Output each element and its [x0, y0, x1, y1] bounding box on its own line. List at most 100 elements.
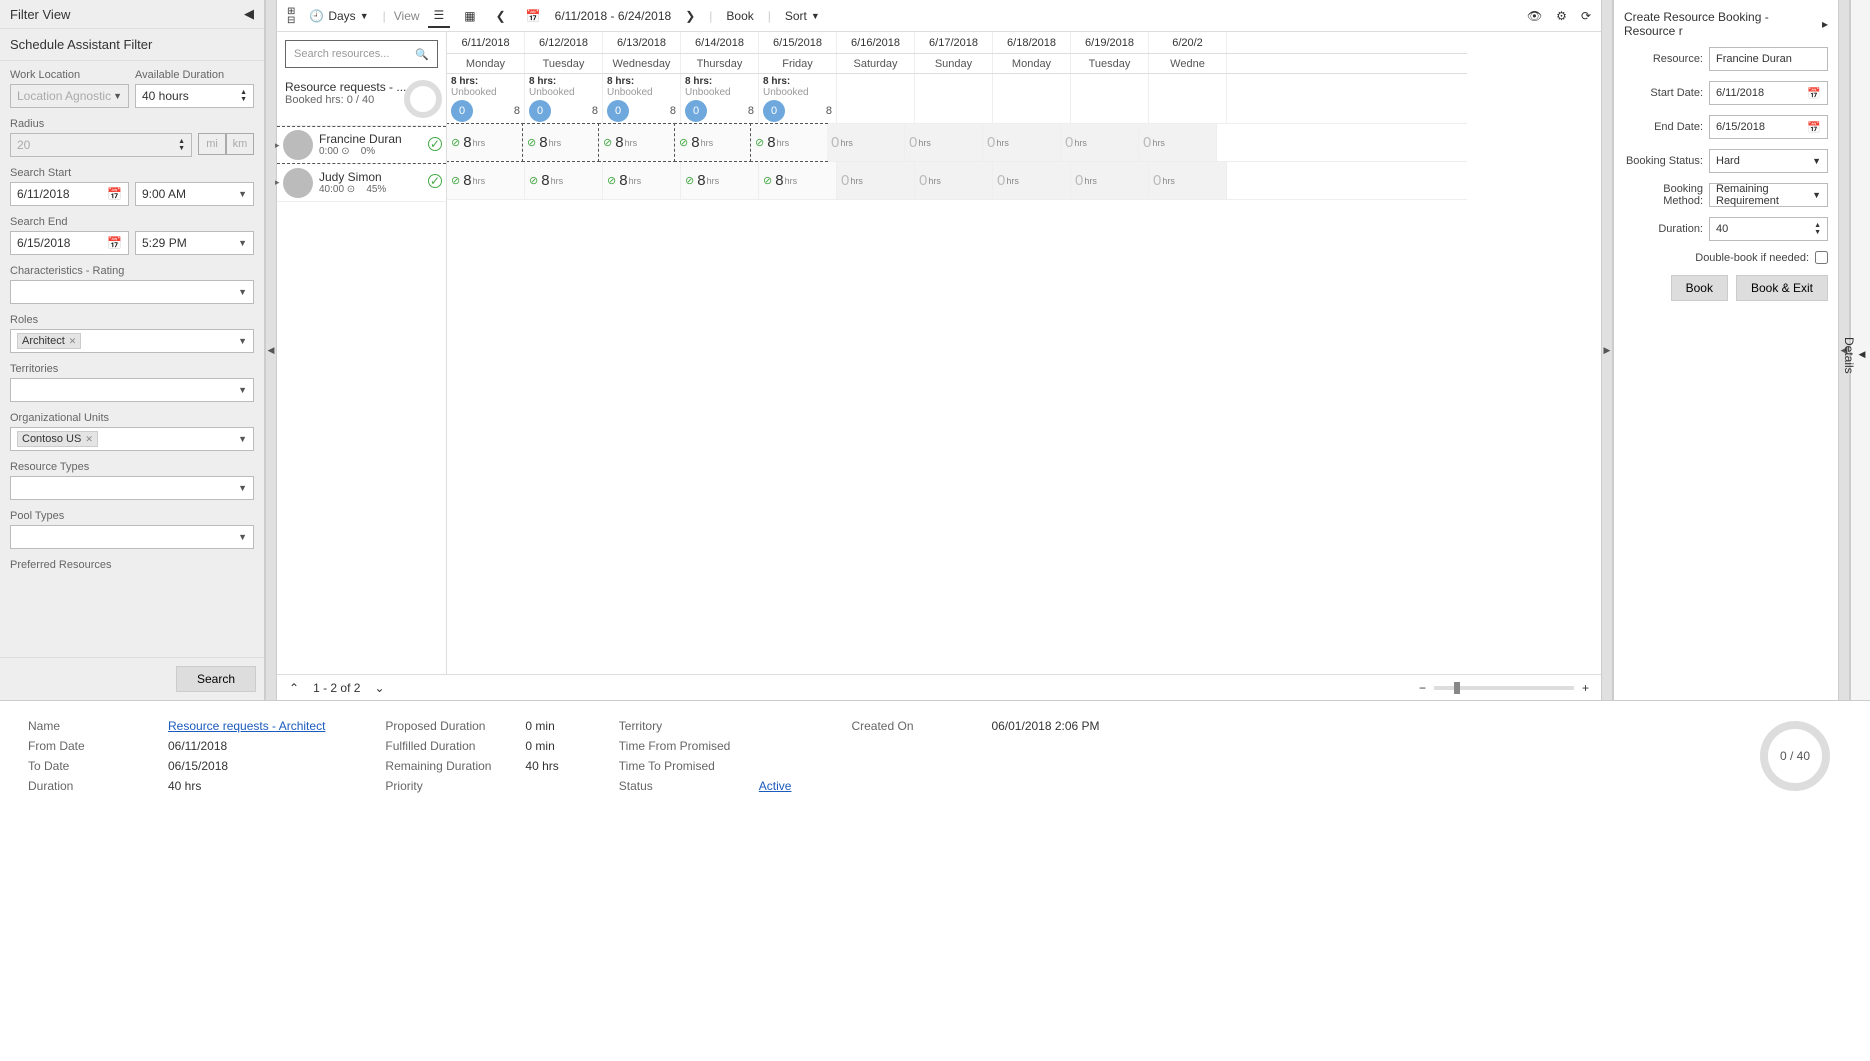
filter-title: Filter View — [10, 7, 70, 22]
schedule-cell[interactable]: 0hrs — [915, 162, 993, 199]
detail-row: Territory — [619, 719, 792, 733]
avatar — [283, 168, 313, 198]
schedule-cell[interactable]: ⊘8hrs — [674, 123, 752, 162]
pooltypes-select[interactable]: ▼ — [10, 525, 254, 549]
expand-arrow-icon[interactable]: ▸ — [275, 140, 280, 151]
roles-select[interactable]: Architect✕ ▼ — [10, 329, 254, 353]
view-list-button[interactable]: ☰ — [428, 4, 451, 28]
start-date-field[interactable]: 6/11/2018📅 — [1709, 81, 1828, 105]
pager-text: 1 - 2 of 2 — [313, 681, 360, 695]
schedule-cell[interactable]: ⊘8hrs — [447, 123, 524, 162]
book-button[interactable]: Book — [720, 5, 759, 27]
work-location-select[interactable]: Location Agnostic▼ — [10, 84, 129, 108]
pager-down-icon[interactable]: ⌄ — [374, 681, 384, 695]
date-range: 6/11/2018 - 6/24/2018 — [555, 9, 672, 23]
gear-icon[interactable]: ⚙ — [1556, 9, 1567, 23]
duration-field[interactable]: 40▲▼ — [1709, 217, 1828, 241]
roles-label: Roles — [10, 314, 254, 326]
schedule-cell[interactable]: 0hrs — [983, 124, 1061, 161]
resourcetypes-select[interactable]: ▼ — [10, 476, 254, 500]
book-exit-button[interactable]: Book & Exit — [1736, 275, 1828, 301]
day-header: Tuesday — [1071, 54, 1149, 73]
filter-header: Filter View ◀ — [0, 0, 264, 29]
search-placeholder: Search resources... — [294, 48, 389, 60]
visibility-icon[interactable]: 👁 — [1527, 9, 1542, 23]
collapse-left-icon[interactable]: ◀ — [244, 6, 254, 22]
territories-select[interactable]: ▼ — [10, 378, 254, 402]
booking-panel: Create Resource Booking - Resource r ▸ R… — [1613, 0, 1838, 700]
schedule-cell[interactable]: ⊘8hrs — [598, 123, 676, 162]
schedule-cell[interactable]: 0hrs — [1149, 162, 1227, 199]
avail-duration-select[interactable]: 40 hours▲▼ — [135, 84, 254, 108]
schedule-cell[interactable]: ⊘8hrs — [522, 123, 600, 162]
close-icon: ✕ — [69, 336, 77, 347]
days-dropdown[interactable]: 🕘 Days ▼ — [303, 5, 374, 27]
detail-link[interactable]: Resource requests - Architect — [168, 719, 325, 733]
search-end-time[interactable]: 5:29 PM▼ — [135, 231, 254, 255]
end-date-field[interactable]: 6/15/2018📅 — [1709, 115, 1828, 139]
unbooked-cell: 8 hrs: Unbooked 08 — [759, 74, 837, 123]
day-header: Monday — [447, 54, 525, 73]
detail-row: Fulfilled Duration0 min — [385, 739, 558, 753]
resource-row[interactable]: ▸ Judy Simon 40:00 ⊙ 45% ✓ — [277, 164, 446, 202]
schedule-cell[interactable]: ⊘8hrs — [759, 162, 837, 199]
booking-status-select[interactable]: Hard▼ — [1709, 149, 1828, 173]
search-start-date[interactable]: 6/11/2018📅 — [10, 182, 129, 206]
schedule-cell[interactable]: ⊘8hrs — [603, 162, 681, 199]
book-button[interactable]: Book — [1671, 275, 1728, 301]
resource-field[interactable]: Francine Duran — [1709, 47, 1828, 71]
schedule-cell[interactable]: 0hrs — [1139, 124, 1217, 161]
radius-km-btn[interactable]: km — [226, 133, 254, 155]
collapse-filter-tab[interactable]: ◀ — [265, 0, 277, 700]
work-location-label: Work Location — [10, 69, 129, 81]
schedule-cell[interactable]: ⊘8hrs — [447, 162, 525, 199]
schedule-grid[interactable]: 6/11/20186/12/20186/13/20186/14/20186/15… — [447, 32, 1601, 674]
date-header: 6/16/2018 — [837, 32, 915, 53]
zoom-in-button[interactable]: + — [1582, 681, 1589, 695]
search-resources-input[interactable]: Search resources... 🔍 — [285, 40, 438, 68]
avail-duration-label: Available Duration — [135, 69, 254, 81]
detail-link[interactable]: Active — [759, 779, 792, 793]
search-button[interactable]: Search — [176, 666, 256, 692]
schedule-cell[interactable]: 0hrs — [837, 162, 915, 199]
toolbar: ⊞⊟ 🕘 Days ▼ | View ☰ ▦ ❮ 📅 6/11/2018 - 6… — [277, 0, 1601, 32]
schedule-cell[interactable]: ⊘8hrs — [750, 123, 828, 162]
zoom-slider[interactable] — [1434, 686, 1574, 690]
schedule-cell[interactable]: 0hrs — [827, 124, 905, 161]
schedule-cell[interactable]: ⊘8hrs — [681, 162, 759, 199]
expand-icon[interactable]: ⊞⊟ — [287, 7, 295, 25]
schedule-cell[interactable]: 0hrs — [1071, 162, 1149, 199]
radius-mi-btn[interactable]: mi — [198, 133, 226, 155]
search-end-label: Search End — [10, 216, 254, 228]
orgunits-select[interactable]: Contoso US✕ ▼ — [10, 427, 254, 451]
chevron-right-icon[interactable]: ▸ — [1822, 17, 1828, 31]
date-header: 6/13/2018 — [603, 32, 681, 53]
schedule-cell[interactable]: 0hrs — [905, 124, 983, 161]
expand-arrow-icon[interactable]: ▸ — [275, 177, 280, 188]
characteristics-select[interactable]: ▼ — [10, 280, 254, 304]
prev-button[interactable]: ❮ — [490, 5, 512, 27]
calendar-icon: 📅 — [1807, 121, 1821, 134]
pager-up-icon[interactable]: ⌃ — [289, 681, 299, 695]
schedule-cell[interactable]: ⊘8hrs — [525, 162, 603, 199]
booking-method-select[interactable]: Remaining Requirement▼ — [1709, 183, 1828, 207]
view-grid-button[interactable]: ▦ — [458, 5, 481, 27]
details-tab[interactable]: ◀ Details — [1850, 0, 1870, 700]
day-header: Tuesday — [525, 54, 603, 73]
zoom-out-button[interactable]: − — [1419, 681, 1426, 695]
unbooked-cell: 8 hrs: Unbooked 08 — [603, 74, 681, 123]
next-button[interactable]: ❯ — [679, 5, 701, 27]
refresh-icon[interactable]: ⟳ — [1581, 9, 1591, 23]
calendar-button[interactable]: 📅 — [520, 5, 547, 27]
sort-dropdown[interactable]: Sort ▼ — [779, 5, 826, 27]
schedule-cell[interactable]: 0hrs — [993, 162, 1071, 199]
search-end-date[interactable]: 6/15/2018📅 — [10, 231, 129, 255]
collapse-center-tab[interactable]: ▶ — [1601, 0, 1613, 700]
radius-input[interactable]: 20▲▼ — [10, 133, 192, 157]
resource-row[interactable]: ▸ Francine Duran 0:00 ⊙ 0% ✓ — [277, 126, 446, 164]
progress-circle-icon — [404, 80, 442, 118]
day-header: Wedne — [1149, 54, 1227, 73]
schedule-cell[interactable]: 0hrs — [1061, 124, 1139, 161]
double-book-checkbox[interactable] — [1815, 251, 1828, 264]
search-start-time[interactable]: 9:00 AM▼ — [135, 182, 254, 206]
